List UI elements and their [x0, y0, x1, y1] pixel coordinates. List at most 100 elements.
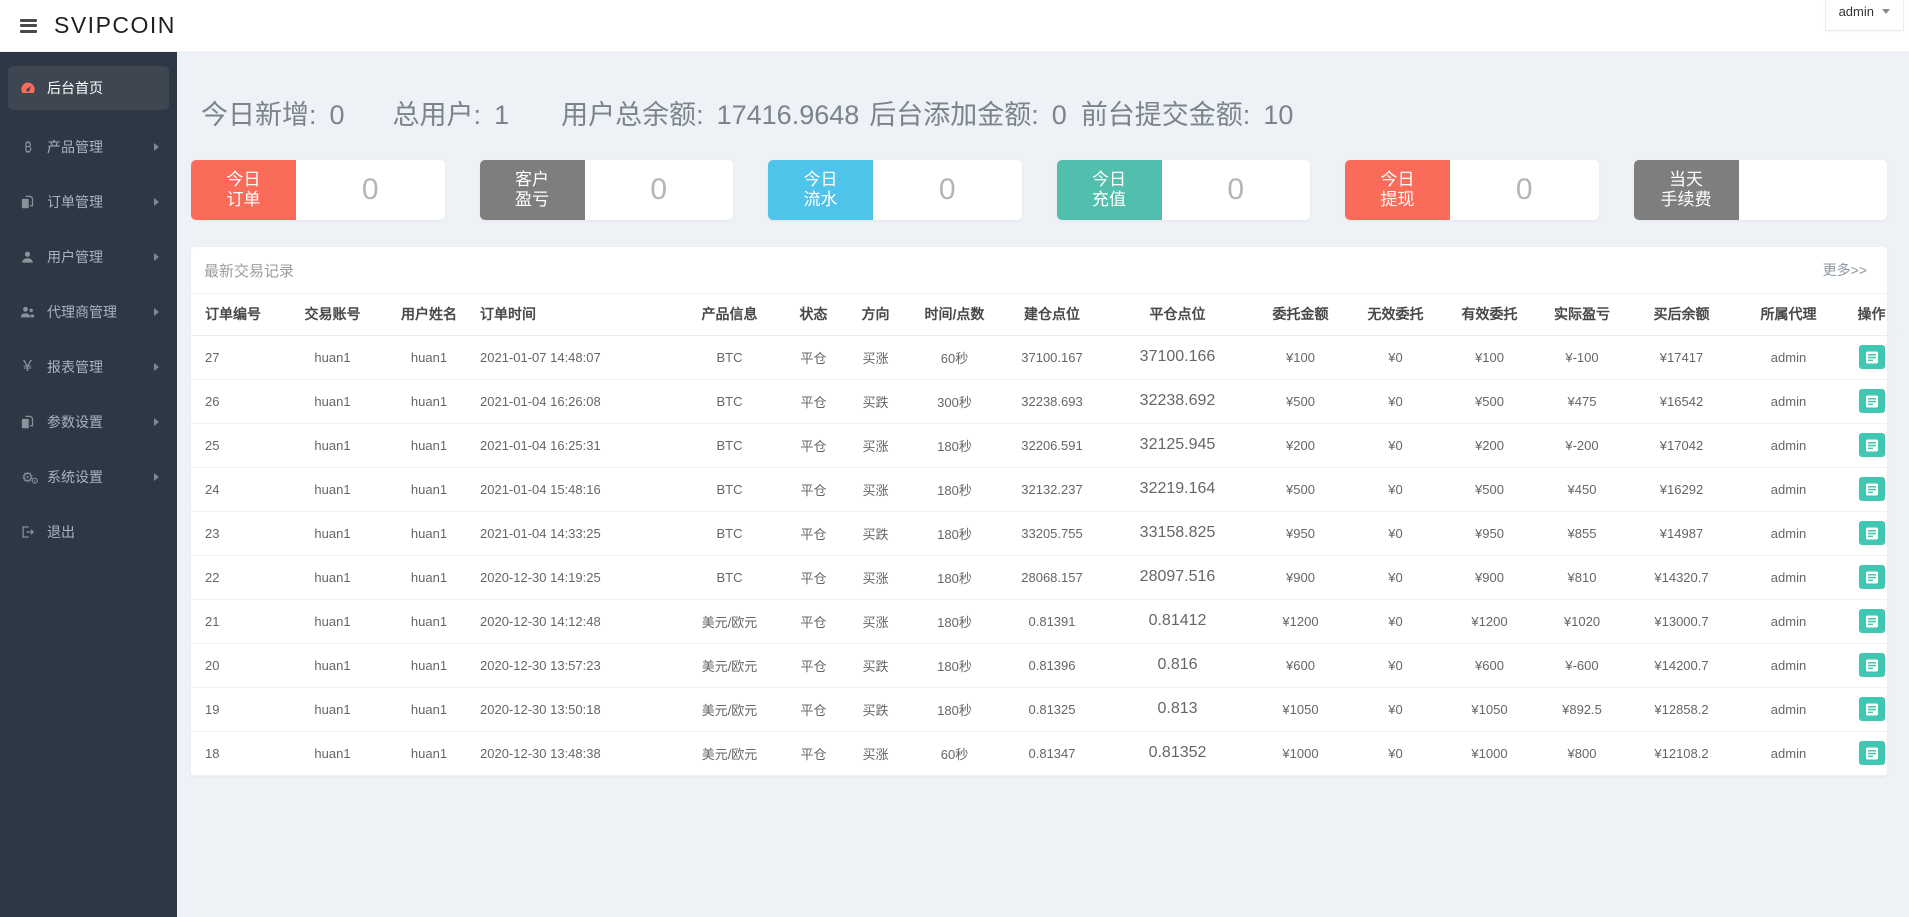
cell-direction: 买跌 — [844, 687, 907, 732]
sidebar-item-label: 产品管理 — [47, 138, 103, 155]
more-link[interactable]: 更多>> — [1823, 260, 1867, 280]
summary-box-label: 今日 流水 — [768, 160, 873, 220]
cell-balance: ¥14200.7 — [1628, 643, 1735, 688]
cell-product: 美元/欧元 — [676, 687, 783, 732]
submenu-arrow-icon — [154, 197, 159, 206]
column-header: 时间/点数 — [907, 294, 1002, 336]
order-detail-icon — [1865, 439, 1878, 451]
sidebar-item[interactable]: 订单管理 — [0, 174, 177, 229]
view-order-button[interactable] — [1858, 477, 1885, 501]
cell-agent: admin — [1735, 599, 1842, 644]
cell-valid-amount: ¥600 — [1443, 643, 1536, 688]
table-row: 18 huan1 huan1 2020-12-30 13:48:38 美元/欧元… — [191, 731, 1901, 776]
sidebar-item[interactable]: 退出 — [0, 504, 177, 559]
gears-icon: ⚙ ⚙ — [21, 468, 39, 486]
cell-close-price: 0.816 — [1102, 643, 1253, 688]
cell-balance: ¥13000.7 — [1628, 599, 1735, 644]
cell-open-price: 32238.693 — [1002, 379, 1102, 424]
cell-username: huan1 — [379, 643, 479, 688]
submenu-arrow-icon — [154, 307, 159, 316]
sidebar-item[interactable]: ⚙ ⚙ 系统设置 — [0, 449, 177, 504]
cell-close-price: 32125.945 — [1102, 423, 1253, 468]
menu-toggle-button[interactable] — [18, 12, 39, 39]
cell-direction: 买涨 — [844, 467, 907, 512]
cell-order-id: 26 — [191, 379, 286, 424]
cell-product: BTC — [676, 555, 783, 600]
table-row: 27 huan1 huan1 2021-01-07 14:48:07 BTC 平… — [191, 335, 1901, 380]
cell-actions — [1842, 643, 1901, 688]
view-order-button[interactable] — [1858, 389, 1885, 413]
cell-balance: ¥12108.2 — [1628, 731, 1735, 776]
order-detail-icon — [1865, 527, 1878, 539]
cell-product: BTC — [676, 335, 783, 380]
view-order-button[interactable] — [1858, 741, 1885, 765]
sidebar-item[interactable]: 后台首页 — [8, 66, 169, 110]
cell-status: 平仓 — [783, 423, 844, 468]
cell-order-time: 2021-01-07 14:48:07 — [479, 335, 676, 380]
sidebar-item[interactable]: 参数设置 — [0, 394, 177, 449]
view-order-button[interactable] — [1858, 609, 1885, 633]
cell-username: huan1 — [379, 379, 479, 424]
cell-balance: ¥17417 — [1628, 335, 1735, 380]
sidebar-item-label: 订单管理 — [47, 193, 103, 210]
cell-profit: ¥-100 — [1536, 335, 1628, 380]
table-row: 19 huan1 huan1 2020-12-30 13:50:18 美元/欧元… — [191, 687, 1901, 732]
view-order-button[interactable] — [1858, 433, 1885, 457]
summary-box-value — [1739, 160, 1888, 220]
agents-icon — [18, 304, 37, 320]
sidebar-item[interactable]: ¥ 报表管理 — [0, 339, 177, 394]
cell-status: 平仓 — [783, 335, 844, 380]
cell-order-id: 25 — [191, 423, 286, 468]
cell-amount: ¥500 — [1253, 467, 1348, 512]
cell-duration: 60秒 — [907, 335, 1002, 380]
cell-agent: admin — [1735, 687, 1842, 732]
cell-open-price: 0.81325 — [1002, 687, 1102, 732]
column-header: 产品信息 — [676, 294, 783, 336]
cell-profit: ¥855 — [1536, 511, 1628, 556]
cell-status: 平仓 — [783, 643, 844, 688]
cell-order-id: 24 — [191, 467, 286, 512]
cell-open-price: 32206.591 — [1002, 423, 1102, 468]
column-header: 所属代理 — [1735, 294, 1842, 336]
cell-direction: 买涨 — [844, 335, 907, 380]
cell-balance: ¥12858.2 — [1628, 687, 1735, 732]
cell-balance: ¥16292 — [1628, 467, 1735, 512]
user-dropdown[interactable]: admin — [1824, 0, 1904, 31]
cell-account: huan1 — [286, 335, 379, 380]
cell-valid-amount: ¥900 — [1443, 555, 1536, 600]
sidebar-item[interactable]: 用户管理 — [0, 229, 177, 284]
view-order-button[interactable] — [1858, 521, 1885, 545]
cell-open-price: 0.81347 — [1002, 731, 1102, 776]
cell-close-price: 33158.825 — [1102, 511, 1253, 556]
cell-amount: ¥950 — [1253, 511, 1348, 556]
cell-close-price: 28097.516 — [1102, 555, 1253, 600]
sidebar-item-label: 用户管理 — [47, 248, 103, 265]
sidebar-item[interactable]: 产品管理 — [0, 119, 177, 174]
order-detail-icon — [1865, 571, 1878, 583]
caret-down-icon — [1882, 9, 1890, 14]
cell-username: huan1 — [379, 423, 479, 468]
sidebar-item[interactable]: 代理商管理 — [0, 284, 177, 339]
cell-actions — [1842, 687, 1901, 732]
cell-account: huan1 — [286, 379, 379, 424]
view-order-button[interactable] — [1858, 697, 1885, 721]
cell-status: 平仓 — [783, 555, 844, 600]
view-order-button[interactable] — [1858, 345, 1885, 369]
cell-balance: ¥17042 — [1628, 423, 1735, 468]
cell-status: 平仓 — [783, 599, 844, 644]
column-header: 交易账号 — [286, 294, 379, 336]
cell-order-time: 2020-12-30 13:50:18 — [479, 687, 676, 732]
cell-actions — [1842, 511, 1901, 556]
cell-duration: 180秒 — [907, 643, 1002, 688]
cell-invalid-amount: ¥0 — [1348, 731, 1443, 776]
cell-profit: ¥475 — [1536, 379, 1628, 424]
stat-value: 0 — [329, 100, 345, 130]
cell-duration: 300秒 — [907, 379, 1002, 424]
view-order-button[interactable] — [1858, 653, 1885, 677]
cell-order-id: 20 — [191, 643, 286, 688]
cell-direction: 买跌 — [844, 511, 907, 556]
summary-box-label: 客户 盈亏 — [479, 160, 585, 220]
stat-label: 用户总余额: — [561, 100, 704, 130]
view-order-button[interactable] — [1858, 565, 1885, 589]
order-detail-icon — [1865, 747, 1878, 759]
